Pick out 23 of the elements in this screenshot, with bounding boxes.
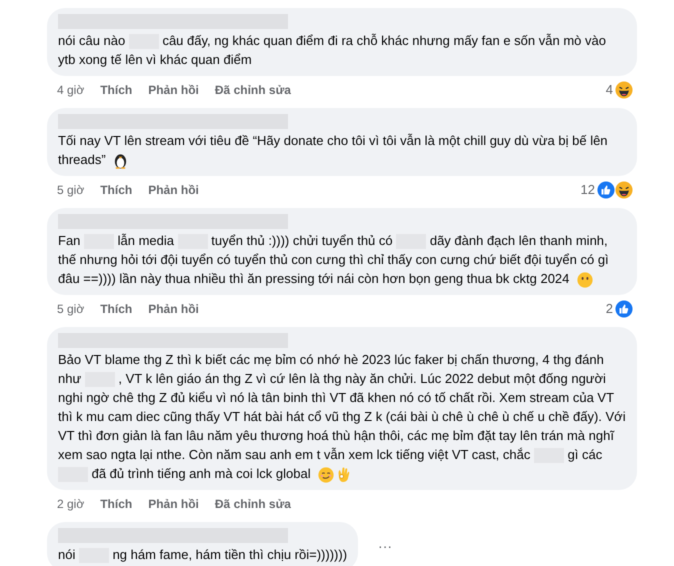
- comment-time: 5 giờ: [57, 301, 84, 318]
- reaction-count: 4: [606, 81, 613, 100]
- comment-text: Tối nay VT lên stream với tiêu đề “Hãy donate cho tôi vì tôi vẫn là một chill guy dù vừa bị bế lên threads”: [58, 131, 626, 170]
- comment-time: 4 giờ: [57, 82, 84, 99]
- reply-link[interactable]: Phản hồi: [148, 81, 199, 99]
- like-link[interactable]: Thích: [100, 81, 132, 99]
- reply-link[interactable]: Phản hồi: [148, 495, 199, 514]
- edited-label: Đã chỉnh sửa: [214, 496, 291, 514]
- comment-time: 5 giờ: [57, 182, 84, 200]
- more-options-button[interactable]: ···: [370, 536, 400, 558]
- reply-link[interactable]: Phản hồi: [148, 181, 199, 200]
- comment-text: Bảo VT blame thg Z thì k biết các mẹ bỉm có nhớ hè 2023 lúc faker bị chấn thương, 4 thg đánh như , VT k lên giáo án thg Z vì cứ lên là thg này ăn chửi. Lúc 2022 debut một đống người nghi ngờ chê thg Z đủ kiểu vì nó là tân binh thì VT đã khen nó có tố chất rồi. Xem stream của VT thì k mu cam diec cũng thấy VT hát bài hát cổ vũ thg Z k (cái bài ù chê ù chê ù chế u chề đấy). Với VT thì đơn giản là fan lâu năm yêu thương hoá thù hận thôi, các mẹ bỉm đặt tay lên trán mà nghĩ xem sao ngta lại nthe. Còn năm sau anh em t vẫn xem lck tiếng việt VT cast, chắc gì các đã đủ trình tiếng anh mà coi lck global: [58, 351, 626, 484]
- comment-text: Fan lẫn media tuyển thủ :)))) chửi tuyển thủ có dãy đành đạch lên thanh minh, thế nhưng hỏi tới đội tuyển có tuyển thủ con cưng thì chỉ thấy con cưng chứ biết đội tuyển có gì đâu ==)))) lần này thua nhiều thì ăn pressing tới nái còn hơn bọn geng thua bk cktg 2024: [58, 232, 610, 288]
- reaction-count: 12: [580, 181, 595, 200]
- comment-text: nói ng hám fame, hám tiền thì chịu rồi=))))))): [58, 546, 348, 564]
- like-link[interactable]: Thích: [100, 300, 132, 318]
- comment-text: nói câu nào câu đấy, ng khác quan điểm đi ra chỗ khác nhưng mấy fan e sốn vẫn mò vào ytb xong tế lên vì khác quan điểm: [58, 32, 607, 69]
- comment-time: 2 giờ: [57, 496, 84, 514]
- edited-label: Đã chỉnh sửa: [214, 82, 291, 99]
- like-link[interactable]: Thích: [100, 181, 132, 200]
- like-link[interactable]: Thích: [100, 495, 132, 514]
- reaction-count: 2: [606, 300, 613, 318]
- reply-link[interactable]: Phản hồi: [148, 300, 199, 318]
